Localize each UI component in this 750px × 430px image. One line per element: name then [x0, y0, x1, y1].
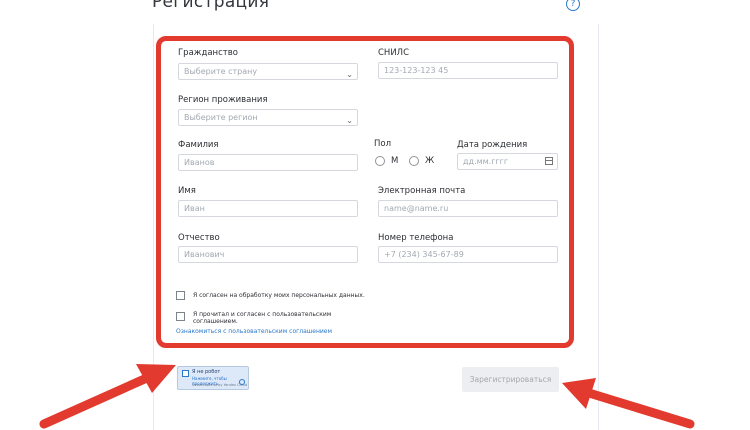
arrow-left-annotation: [39, 364, 176, 429]
annotation-arrows: [39, 364, 695, 429]
arrow-right-annotation: [562, 378, 695, 429]
